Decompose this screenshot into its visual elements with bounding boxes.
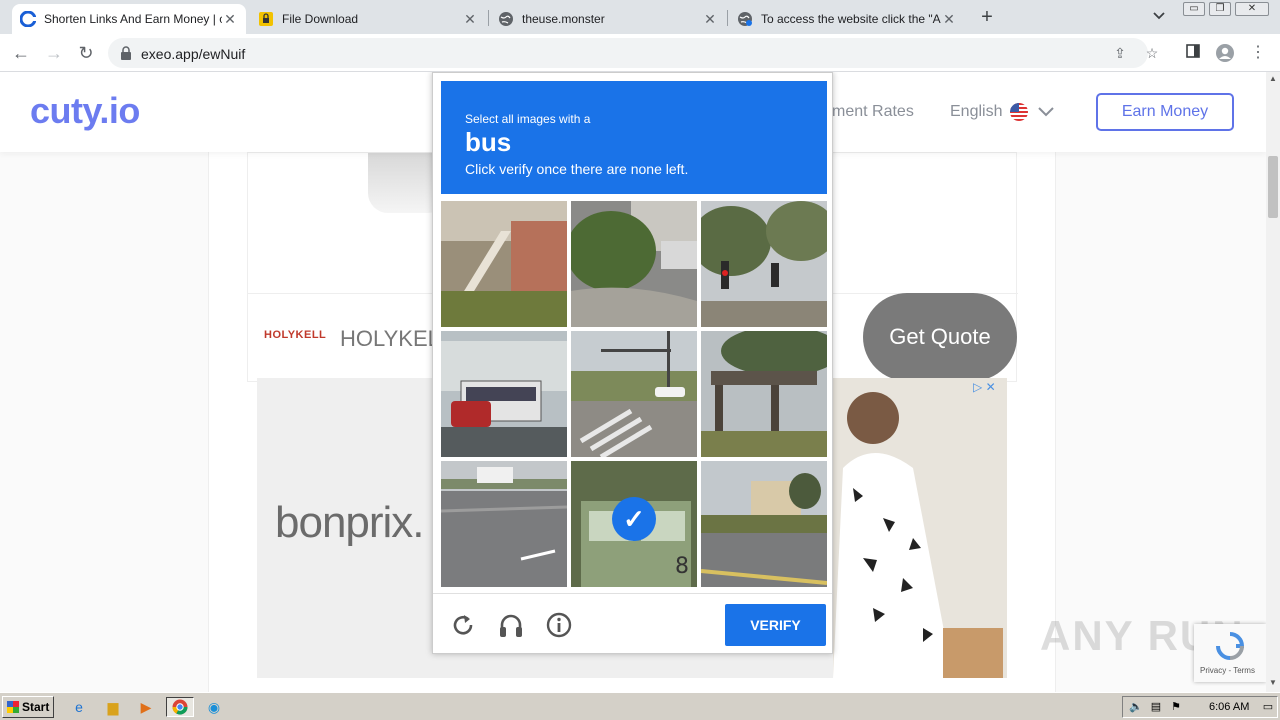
start-label: Start (22, 700, 50, 714)
captcha-tile-selected[interactable]: 8 ✓ (571, 461, 697, 587)
language-label: English (950, 103, 1003, 120)
tab-access-website[interactable]: To access the website click the "Allow ✕ (729, 4, 965, 34)
lock-favicon-icon (258, 11, 274, 27)
tab-title: theuse.monster (522, 12, 605, 26)
captcha-prompt: Select all images with a bus Click verif… (441, 81, 827, 194)
page-background (0, 152, 208, 692)
captcha-tile[interactable] (441, 201, 567, 327)
info-icon[interactable] (545, 611, 573, 639)
reload-icon[interactable]: ↻ (75, 42, 97, 64)
close-icon[interactable]: ✕ (941, 11, 957, 27)
prompt-line-3: Click verify once there are none left. (465, 161, 689, 177)
prompt-line-1: Select all images with a (465, 112, 591, 126)
prompt-target: bus (465, 127, 512, 157)
svg-text:8: 8 (675, 554, 689, 579)
us-flag-icon (1010, 103, 1029, 121)
media-player-icon[interactable]: ▶ (135, 697, 157, 717)
scroll-up-icon[interactable]: ▲ (1269, 74, 1277, 83)
close-icon[interactable]: ✕ (462, 11, 478, 27)
edge-icon[interactable]: ◉ (203, 697, 225, 717)
page-background (1056, 152, 1266, 692)
page-scrollbar[interactable]: ▲ ▼ (1266, 72, 1280, 692)
back-arrow-icon[interactable]: ← (10, 42, 32, 64)
bonprix-logo: bonprix. (275, 498, 425, 547)
chevron-down-icon (1038, 104, 1055, 120)
system-tray: 🔈 ▤ ⚑ 6:06 AM ▭ (1122, 696, 1278, 718)
tab-title: Shorten Links And Earn Money | cuty (44, 12, 222, 26)
globe-icon (737, 11, 753, 27)
nav-payment-rates[interactable]: ment Rates (832, 103, 914, 121)
captcha-tile[interactable] (571, 331, 697, 457)
windows-taskbar: Start e ▆ ▶ ◉ 🔈 ▤ ⚑ 6:06 AM ▭ (0, 692, 1280, 720)
chevron-down-icon[interactable] (1152, 8, 1170, 26)
captcha-tile[interactable] (441, 331, 567, 457)
close-window-icon[interactable]: ✕ (1235, 2, 1269, 16)
menu-kebab-icon[interactable]: ⋮ (1248, 43, 1268, 63)
clock: 6:06 AM (1209, 701, 1250, 713)
ad-choices-icon[interactable]: ▷ ✕ (973, 380, 996, 394)
holykell-logo: HOLYKELL (264, 329, 327, 341)
browser-toolbar: ← → ↻ exeo.app/ewNuif ⇪ ☆ ⋮ (0, 34, 1280, 72)
scroll-down-icon[interactable]: ▼ (1269, 678, 1277, 687)
windows-logo-icon (7, 701, 19, 713)
verify-button[interactable]: VERIFY (725, 604, 826, 646)
address-bar[interactable]: exeo.app/ewNuif ⇪ ☆ (108, 38, 1158, 68)
flag-icon[interactable]: ⚑ (1169, 700, 1183, 714)
headphones-icon[interactable] (497, 611, 525, 639)
show-desktop-icon[interactable]: ▭ (1261, 700, 1275, 714)
recaptcha-badge[interactable]: Privacy - Terms (1194, 624, 1266, 682)
recaptcha-terms[interactable]: Privacy - Terms (1200, 666, 1255, 675)
tab-theuse-monster[interactable]: theuse.monster ✕ (490, 4, 726, 34)
page-viewport: HOLYKELL HOLYKELL Get Quote bonprix. ▷ ✕… (0, 72, 1266, 692)
tab-title: To access the website click the "Allow (761, 12, 941, 26)
network-icon[interactable]: ▤ (1149, 700, 1163, 714)
cuty-favicon-icon (20, 11, 36, 27)
captcha-tile[interactable] (701, 201, 827, 327)
start-button[interactable]: Start (2, 696, 54, 718)
lock-icon[interactable] (120, 46, 132, 60)
bookmark-star-icon[interactable]: ☆ (1144, 45, 1160, 61)
minimize-window-icon[interactable]: ▭ (1183, 2, 1205, 16)
tab-separator (727, 10, 728, 26)
profile-avatar-icon[interactable] (1215, 43, 1235, 63)
side-panel-icon[interactable] (1183, 43, 1203, 63)
tab-separator (488, 10, 489, 26)
model-photo (833, 378, 1007, 678)
chrome-icon[interactable] (166, 697, 194, 717)
close-icon[interactable]: ✕ (222, 11, 238, 27)
share-icon[interactable]: ⇪ (1112, 45, 1128, 61)
earn-money-button[interactable]: Earn Money (1096, 93, 1234, 131)
divider (433, 593, 832, 594)
captcha-tile[interactable] (571, 201, 697, 327)
get-quote-button[interactable]: Get Quote (863, 293, 1017, 381)
captcha-tile[interactable] (441, 461, 567, 587)
globe-icon (498, 11, 514, 27)
tab-title: File Download (282, 12, 359, 26)
language-selector[interactable]: English (950, 103, 1055, 121)
site-logo[interactable]: cuty.io (30, 90, 140, 132)
captcha-tile[interactable] (701, 461, 827, 587)
url-text[interactable]: exeo.app/ewNuif (141, 46, 245, 62)
folder-icon[interactable]: ▆ (102, 697, 124, 717)
internet-explorer-icon[interactable]: e (68, 697, 90, 717)
reload-icon[interactable] (449, 611, 477, 639)
tab-shorten-links[interactable]: Shorten Links And Earn Money | cuty ✕ (12, 4, 246, 34)
new-tab-plus-icon[interactable]: + (976, 7, 998, 29)
checkmark-icon: ✓ (612, 497, 656, 541)
captcha-tile[interactable] (701, 331, 827, 457)
close-icon[interactable]: ✕ (702, 11, 718, 27)
tab-strip: Shorten Links And Earn Money | cuty ✕ Fi… (0, 0, 1280, 34)
captcha-challenge: Select all images with a bus Click verif… (432, 72, 833, 654)
volume-icon[interactable]: 🔈 (1129, 700, 1143, 714)
forward-arrow-icon[interactable]: → (43, 42, 65, 64)
scrollbar-thumb[interactable] (1268, 156, 1278, 218)
restore-window-icon[interactable]: ❐ (1209, 2, 1231, 16)
tab-file-download[interactable]: File Download ✕ (250, 4, 486, 34)
